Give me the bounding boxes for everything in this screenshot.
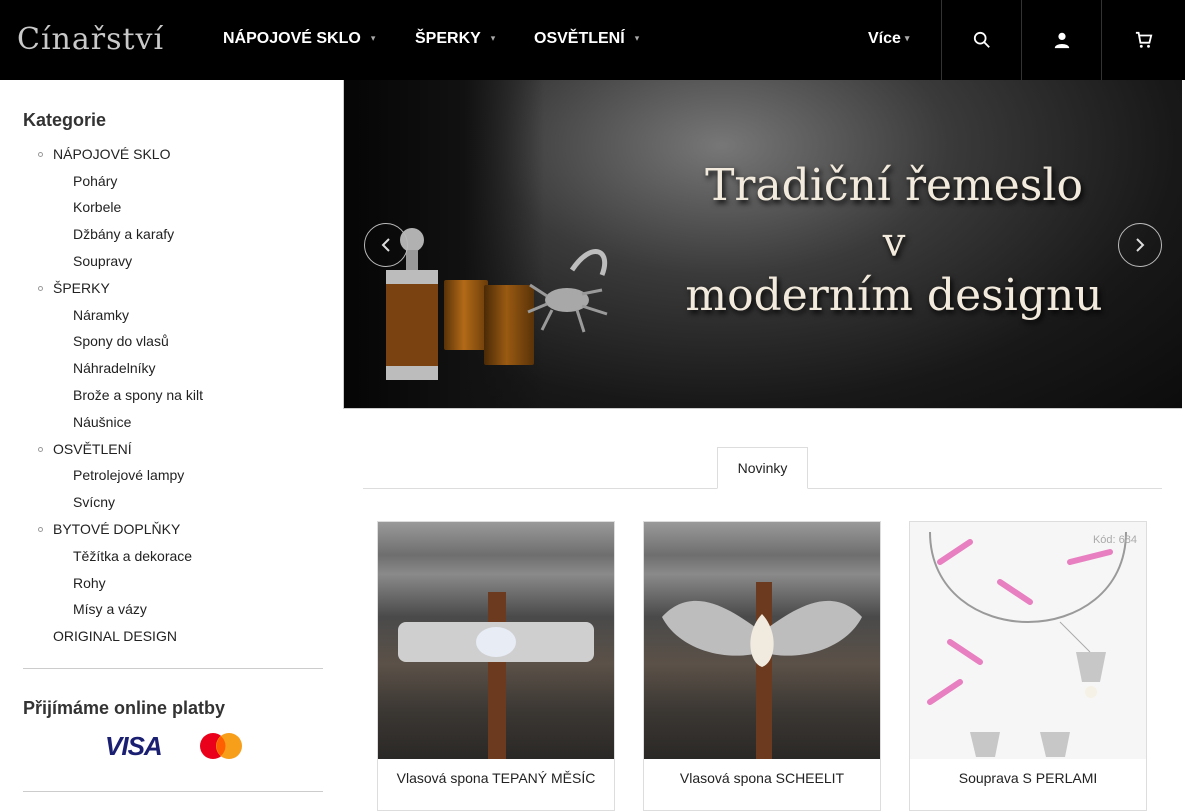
product-name: Souprava S PERLAMI — [958, 770, 1098, 786]
banner-glass-image — [444, 280, 488, 350]
top-navigation-bar: Cínařství NÁPOJOVÉ SKLO ▾ ŠPERKY ▾ OSVĚTLE… — [0, 0, 1185, 80]
nav-item-label: NÁPOJOVÉ SKLO — [223, 30, 361, 47]
account-button[interactable] — [1021, 0, 1101, 80]
mastercard-logo — [200, 733, 242, 759]
banner-headline-line: v — [882, 220, 906, 266]
category-item[interactable]: Petrolejové lampy — [73, 467, 184, 483]
nav-item-label: ŠPERKY — [415, 30, 481, 47]
category-item[interactable]: NÁPOJOVÉ SKLO — [37, 146, 170, 162]
banner-headline-line: moderním designu — [685, 270, 1103, 321]
chevron-left-icon — [381, 238, 390, 252]
product-code: Kód: 684 — [1092, 534, 1137, 546]
chevron-down-icon: ▾ — [370, 33, 376, 44]
sidebar-divider — [23, 791, 323, 792]
visa-logo: VISA — [105, 731, 163, 761]
category-item[interactable]: ŠPERKY — [38, 280, 110, 296]
pearl-set-image — [927, 531, 1127, 757]
category-item[interactable]: Mísy a vázy — [73, 601, 147, 617]
hair-clip-moon-image — [398, 592, 594, 759]
nav-item-osvetleni[interactable]: OSVĚTLENÍ ▾ — [534, 30, 639, 48]
more-menu[interactable]: Více ▾ — [868, 30, 909, 48]
nav-item-sperky[interactable]: ŠPERKY ▾ — [415, 30, 495, 48]
category-item[interactable]: Rohy — [73, 575, 106, 591]
sidebar-title: Kategorie — [23, 110, 107, 130]
product-card[interactable]: Vlasová spona SCHEELIT — [643, 521, 881, 811]
cart-button[interactable] — [1101, 0, 1185, 80]
category-item[interactable]: ORIGINAL DESIGN — [53, 628, 177, 644]
banner-headline-line: Tradiční řemeslo — [705, 160, 1083, 211]
hero-slider[interactable]: Tradiční řemeslo v moderním designu — [343, 80, 1182, 409]
chevron-down-icon: ▾ — [904, 33, 910, 44]
cart-icon — [1135, 31, 1152, 48]
product-card[interactable]: Kód: 684 Souprava S PERLAMI — [909, 521, 1147, 811]
category-item[interactable]: Korbele — [73, 199, 121, 215]
slider-prev-button[interactable] — [364, 223, 408, 267]
category-item[interactable]: Soupravy — [73, 253, 132, 269]
hair-clip-scheelite-image — [662, 582, 862, 759]
nav-item-napojove-sklo[interactable]: NÁPOJOVÉ SKLO ▾ — [223, 30, 375, 48]
product-image — [378, 522, 614, 759]
product-card[interactable]: Vlasová spona TEPANÝ MĚSÍC — [377, 521, 615, 811]
category-item[interactable]: Brože a spony na kilt — [73, 387, 203, 403]
user-icon — [1054, 32, 1069, 49]
payments-title: Přijímáme online platby — [23, 698, 226, 718]
category-item[interactable]: Spony do vlasů — [73, 333, 169, 349]
sidebar-divider — [23, 668, 323, 669]
chevron-down-icon: ▾ — [634, 33, 640, 44]
chevron-right-icon — [1136, 238, 1145, 252]
category-item[interactable]: Těžítka a dekorace — [73, 548, 192, 564]
category-item[interactable]: Džbány a karafy — [73, 226, 174, 242]
category-item[interactable]: OSVĚTLENÍ — [38, 441, 132, 457]
nav-item-label: OSVĚTLENÍ — [534, 30, 625, 47]
slider-next-button[interactable] — [1118, 223, 1162, 267]
more-label: Více — [868, 30, 901, 47]
chevron-down-icon: ▾ — [490, 33, 496, 44]
product-name: Vlasová spona SCHEELIT — [679, 770, 845, 786]
banner-carafe-image — [386, 228, 438, 380]
product-image — [910, 522, 1146, 759]
product-name: Vlasová spona TEPANÝ MĚSÍC — [396, 770, 596, 786]
search-icon — [973, 31, 990, 48]
tab-novinky[interactable]: Novinky — [717, 447, 808, 489]
category-item[interactable]: BYTOVÉ DOPLŇKY — [37, 521, 180, 537]
category-item[interactable]: Náhradelníky — [73, 360, 156, 376]
category-item[interactable]: Poháry — [73, 173, 117, 189]
category-item[interactable]: Náramky — [73, 307, 129, 323]
site-logo[interactable]: Cínařství — [17, 22, 164, 57]
category-item[interactable]: Svícny — [73, 494, 115, 510]
category-item[interactable]: Náušnice — [73, 414, 131, 430]
product-image — [644, 522, 880, 759]
banner-scorpion-image — [527, 249, 608, 333]
search-button[interactable] — [941, 0, 1021, 80]
